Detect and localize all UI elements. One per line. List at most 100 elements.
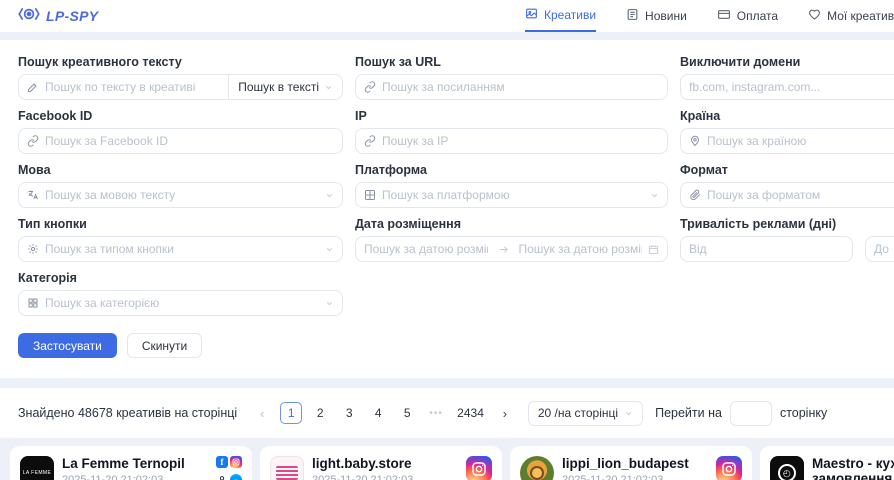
link-icon [364, 135, 376, 147]
page-ellipsis[interactable]: ••• [425, 402, 447, 424]
credit-card-icon [717, 8, 731, 24]
filter-format: Формат [680, 163, 894, 208]
filter-language: Мова Пошук за мовою тексту [18, 163, 343, 208]
image-icon [525, 7, 538, 23]
filter-url: Пошук за URL [355, 55, 668, 100]
avatar [270, 456, 304, 480]
avatar: LA FEMME [20, 456, 54, 480]
avatar [520, 456, 554, 480]
reset-button[interactable]: Скинути [127, 333, 202, 358]
gear-icon [27, 243, 39, 255]
heart-icon [808, 8, 821, 24]
duration-to-input[interactable] [874, 242, 894, 256]
page-2[interactable]: 2 [309, 402, 331, 424]
translate-icon [27, 189, 39, 201]
page-5[interactable]: 5 [396, 402, 418, 424]
card-date: 2025-11-20 21:02:03 [62, 474, 208, 480]
header: LP-SPY Креативи Новини Оплата Мої креати… [0, 0, 894, 32]
chevron-down-icon [325, 191, 334, 200]
chevron-down-icon [624, 409, 633, 418]
link-icon [364, 81, 376, 93]
instagram-icon [716, 456, 742, 480]
location-pin-icon [689, 135, 701, 147]
platform-select[interactable]: Пошук за платформою [355, 182, 668, 208]
country-input[interactable] [707, 134, 894, 148]
filter-facebook-id: Facebook ID [18, 109, 343, 154]
goto-page: Перейти на сторінку [655, 401, 827, 426]
facebook-id-input[interactable] [45, 134, 334, 148]
url-input[interactable] [382, 80, 659, 94]
tab-payment[interactable]: Оплата [717, 0, 778, 32]
arrow-right-icon [498, 244, 509, 255]
next-page-icon[interactable]: › [494, 402, 516, 424]
button-type-select[interactable]: Пошук за типом кнопки [18, 236, 343, 262]
main-nav: Креативи Новини Оплата Мої креативи FAQ [525, 0, 894, 32]
card-title: Maestro - кухні, ме [812, 456, 894, 471]
facebook-icon: f [216, 456, 228, 468]
pagination-bar: Знайдено 48678 креативів на сторінці ‹ 1… [0, 388, 894, 438]
link-icon [27, 135, 39, 147]
page-last[interactable]: 2434 [454, 402, 487, 424]
filter-ip: IP [355, 109, 668, 154]
goto-page-input[interactable] [730, 401, 772, 426]
card-title: lippi_lion_budapest [562, 456, 708, 471]
filter-date: Дата розміщення Пошук за датою розміщенн… [355, 217, 668, 262]
search-mode-select[interactable]: Пошук в тексті [228, 74, 343, 100]
card-date: 2025-11-20 21:02:03 [562, 474, 708, 480]
filter-creative-text: Пошук креативного тексту Пошук в тексті [18, 55, 343, 100]
page-4[interactable]: 4 [367, 402, 389, 424]
paperclip-icon [689, 189, 701, 201]
apply-button[interactable]: Застосувати [18, 333, 117, 358]
chevron-down-icon [324, 83, 333, 92]
tab-creatives[interactable]: Креативи [525, 0, 596, 32]
duration-from-input[interactable] [689, 242, 844, 256]
creative-card[interactable]: light.baby.store 2025-11-20 21:02:03 3 d… [260, 446, 502, 480]
tab-my-creatives[interactable]: Мої креативи [808, 0, 894, 32]
format-input[interactable] [707, 188, 894, 202]
results-summary: Знайдено 48678 креативів на сторінці [18, 406, 237, 420]
logo[interactable]: LP-SPY [18, 6, 98, 27]
avatar: ◴ [770, 456, 804, 480]
instagram-icon [230, 456, 242, 468]
filter-category: Категорія Пошук за категорією [18, 271, 343, 316]
card-title-line2: замовлення в Ужго [812, 471, 894, 480]
filter-country: Країна [680, 109, 894, 154]
page: LP-SPY Креативи Новини Оплата Мої креати… [0, 0, 894, 480]
page-size-select[interactable]: 20 /на сторінці [528, 401, 643, 426]
chevron-down-icon [325, 245, 334, 254]
date-range-picker[interactable]: Пошук за датою розміщення Пошук за датою… [355, 236, 668, 262]
filter-button-type: Тип кнопки Пошук за типом кнопки [18, 217, 343, 262]
tab-news[interactable]: Новини [626, 0, 687, 32]
chevron-down-icon [650, 191, 659, 200]
filter-platform: Платформа Пошук за платформою [355, 163, 668, 208]
eye-logo-icon [18, 6, 40, 27]
creatives-list: LA FEMME La Femme Ternopil 2025-11-20 21… [0, 446, 894, 480]
filter-exclude-domains: Виключити домени [680, 55, 894, 100]
creative-card[interactable]: ◴ Maestro - кухні, ме замовлення в Ужго … [760, 446, 894, 480]
pencil-icon [27, 81, 39, 93]
page-3[interactable]: 3 [338, 402, 360, 424]
creative-card[interactable]: LA FEMME La Femme Ternopil 2025-11-20 21… [10, 446, 252, 480]
ip-input[interactable] [382, 134, 659, 148]
calendar-icon [648, 244, 659, 255]
messenger-icon [230, 474, 242, 480]
exclude-domains-input[interactable] [689, 80, 894, 94]
card-title: La Femme Ternopil [62, 456, 208, 471]
language-select[interactable]: Пошук за мовою тексту [18, 182, 343, 208]
filter-panel: Пошук креативного тексту Пошук в тексті … [0, 40, 894, 378]
news-icon [626, 8, 639, 24]
category-grid-icon [27, 297, 39, 309]
category-select[interactable]: Пошук за категорією [18, 290, 343, 316]
page-1[interactable]: 1 [280, 402, 302, 424]
grid-icon [364, 189, 376, 201]
chevron-down-icon [325, 299, 334, 308]
filter-duration: Тривалість реклами (дні) [680, 217, 894, 262]
prev-page-icon[interactable]: ‹ [251, 402, 273, 424]
instagram-icon [466, 456, 492, 480]
pager: ‹ 1 2 3 4 5 ••• 2434 › [251, 402, 516, 424]
profile-icon [216, 474, 228, 480]
creative-card[interactable]: lippi_lion_budapest 2025-11-20 21:02:03 … [510, 446, 752, 480]
card-title: light.baby.store [312, 456, 458, 471]
creative-text-input[interactable] [45, 80, 220, 94]
card-date: 2025-11-20 21:02:03 [312, 474, 458, 480]
